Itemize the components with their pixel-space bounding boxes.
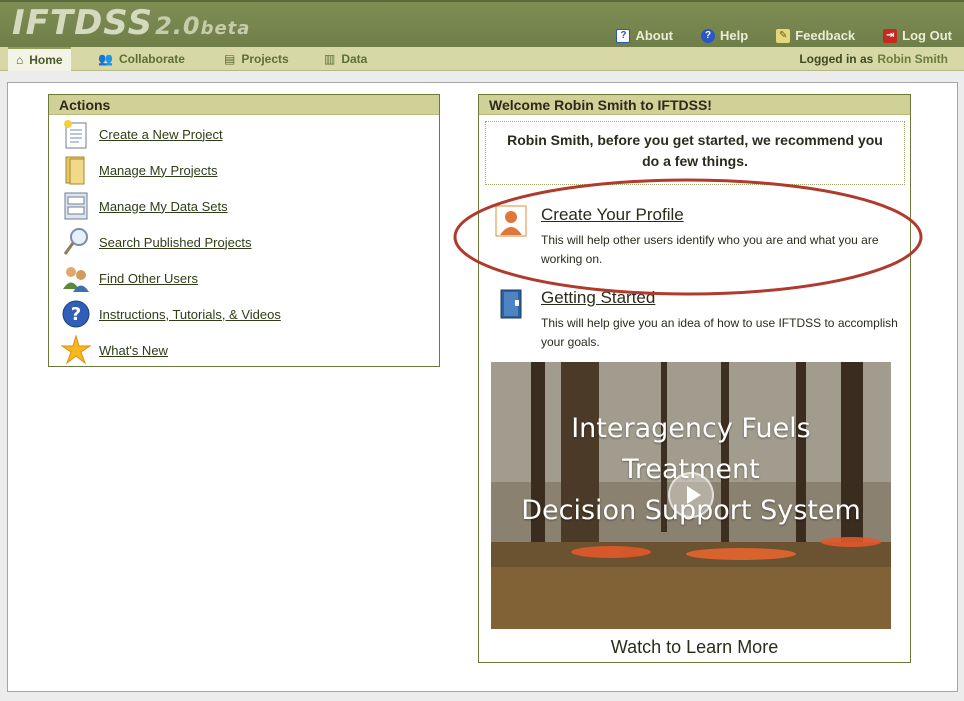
file-cabinet-icon: [61, 191, 91, 221]
help-icon: ?: [701, 28, 716, 43]
instructions-link[interactable]: Instructions, Tutorials, & Videos: [99, 307, 281, 322]
tab-home[interactable]: ⌂ Home: [8, 47, 71, 71]
tab-data[interactable]: ▥ Data: [316, 47, 375, 71]
tab-collaborate[interactable]: 👥 Collaborate: [90, 47, 193, 71]
create-project-link[interactable]: Create a New Project: [99, 127, 223, 142]
search-projects-action[interactable]: Search Published Projects: [61, 225, 421, 259]
username: Robin Smith: [877, 52, 948, 66]
highlight-ellipse: [453, 178, 923, 296]
actions-panel: Actions Create a New Project Manage My P…: [48, 94, 440, 367]
top-header: IFTDSS2.0beta ? About ? Help ✎ Feedback …: [0, 0, 964, 47]
data-icon: ▥: [324, 52, 336, 66]
feedback-icon: ✎: [776, 28, 791, 43]
play-icon[interactable]: [668, 472, 714, 518]
main-content: Actions Create a New Project Manage My P…: [7, 82, 958, 692]
app-logo: IFTDSS2.0beta: [12, 3, 251, 43]
about-link[interactable]: ? About: [616, 28, 673, 43]
home-icon: ⌂: [16, 53, 24, 67]
users-icon: 👥: [98, 52, 113, 66]
projects-icon: ▤: [224, 52, 236, 66]
watch-to-learn-more[interactable]: Watch to Learn More: [479, 637, 910, 658]
question-icon: ?: [61, 299, 91, 329]
whats-new-link[interactable]: What's New: [99, 343, 168, 358]
search-projects-link[interactable]: Search Published Projects: [99, 235, 251, 250]
manage-projects-link[interactable]: Manage My Projects: [99, 163, 218, 178]
create-project-action[interactable]: Create a New Project: [61, 117, 421, 151]
tab-bar: ⌂ Home 👥 Collaborate ▤ Projects ▥ Data L…: [0, 47, 964, 71]
manage-datasets-action[interactable]: Manage My Data Sets: [61, 189, 421, 223]
svg-text:?: ?: [71, 304, 81, 325]
manage-datasets-link[interactable]: Manage My Data Sets: [99, 199, 228, 214]
find-users-link[interactable]: Find Other Users: [99, 271, 198, 286]
actions-title: Actions: [49, 95, 439, 115]
welcome-title: Welcome Robin Smith to IFTDSS!: [479, 95, 910, 115]
header-links: ? About ? Help ✎ Feedback ⇥ Log Out: [616, 28, 952, 43]
feedback-link[interactable]: ✎ Feedback: [776, 28, 855, 43]
logout-link[interactable]: ⇥ Log Out: [883, 28, 952, 43]
getting-started-desc: This will help give you an idea of how t…: [541, 316, 898, 349]
tab-projects[interactable]: ▤ Projects: [216, 47, 297, 71]
magnifier-icon: [61, 227, 91, 257]
manage-projects-action[interactable]: Manage My Projects: [61, 153, 421, 187]
about-icon: ?: [616, 28, 631, 43]
new-document-icon: [61, 119, 91, 149]
find-users-action[interactable]: Find Other Users: [61, 261, 421, 295]
logged-in-status: Logged in as Robin Smith: [799, 52, 948, 66]
users-icon: [61, 263, 91, 293]
folder-icon: [61, 155, 91, 185]
logout-icon: ⇥: [883, 28, 898, 43]
help-link[interactable]: ? Help: [701, 28, 748, 43]
instructions-action[interactable]: ? Instructions, Tutorials, & Videos: [61, 297, 421, 331]
star-icon: [61, 335, 91, 365]
whats-new-action[interactable]: What's New: [61, 333, 421, 367]
intro-video[interactable]: Interagency Fuels Treatment Decision Sup…: [491, 362, 891, 629]
